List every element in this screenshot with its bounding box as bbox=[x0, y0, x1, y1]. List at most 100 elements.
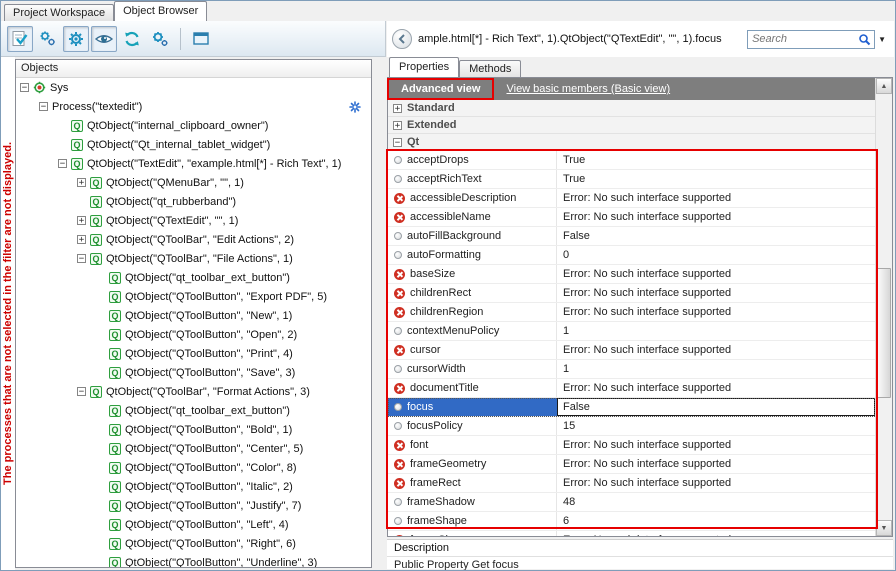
expand-icon[interactable]: + bbox=[77, 178, 86, 187]
tab-properties[interactable]: Properties bbox=[389, 57, 459, 77]
advanced-view-label[interactable]: Advanced view bbox=[391, 80, 490, 98]
tree-item[interactable]: QQtObject("QToolButton", "New", 1) bbox=[16, 306, 371, 325]
tree-item[interactable]: QQtObject("QToolButton", "Print", 4) bbox=[16, 344, 371, 363]
tree-item[interactable]: QQtObject("QToolButton", "Right", 6) bbox=[16, 534, 371, 553]
object-map-button[interactable] bbox=[35, 26, 61, 52]
tree-item[interactable]: QQtObject("QToolButton", "Save", 3) bbox=[16, 363, 371, 382]
property-row-focusPolicy[interactable]: focusPolicy15 bbox=[388, 417, 875, 436]
property-row-frameShadow[interactable]: frameShadow48 bbox=[388, 493, 875, 512]
property-row-childrenRegion[interactable]: childrenRegionError: No such interface s… bbox=[388, 303, 875, 322]
property-value: False bbox=[557, 227, 875, 245]
property-row-autoFormatting[interactable]: autoFormatting0 bbox=[388, 246, 875, 265]
error-icon bbox=[394, 345, 405, 356]
expand-icon[interactable]: + bbox=[393, 121, 402, 130]
collapse-icon[interactable]: − bbox=[39, 102, 48, 111]
collapse-icon[interactable]: − bbox=[20, 83, 29, 92]
section-extended[interactable]: +Extended bbox=[388, 117, 875, 134]
collapse-icon[interactable]: − bbox=[58, 159, 67, 168]
search-input[interactable] bbox=[752, 33, 858, 45]
tree-item[interactable]: QQtObject("QToolButton", "Color", 8) bbox=[16, 458, 371, 477]
tree-item[interactable]: QQtObject("QToolButton", "Bold", 1) bbox=[16, 420, 371, 439]
tree-item[interactable]: +QQtObject("QTextEdit", "", 1) bbox=[16, 211, 371, 230]
property-row-frameSize[interactable]: frameSizeError: No such interface suppor… bbox=[388, 531, 875, 536]
property-name-cell: autoFillBackground bbox=[388, 227, 557, 245]
back-button[interactable] bbox=[392, 29, 412, 49]
inspector-tabstrip: Properties Methods bbox=[387, 57, 893, 77]
scroll-up-button[interactable]: ▲ bbox=[876, 78, 892, 94]
verify-checklist-button[interactable] bbox=[7, 26, 33, 52]
tree-item[interactable]: QQtObject("qt_toolbar_ext_button") bbox=[16, 401, 371, 420]
tree-item[interactable]: QQtObject("QToolButton", "Center", 5) bbox=[16, 439, 371, 458]
property-row-baseSize[interactable]: baseSizeError: No such interface support… bbox=[388, 265, 875, 284]
property-row-acceptDrops[interactable]: acceptDropsTrue bbox=[388, 151, 875, 170]
tree-item[interactable]: +QQtObject("QToolBar", "Edit Actions", 2… bbox=[16, 230, 371, 249]
property-row-cursorWidth[interactable]: cursorWidth1 bbox=[388, 360, 875, 379]
property-name: font bbox=[410, 439, 428, 451]
settings-gear-button[interactable] bbox=[63, 26, 89, 52]
tree-item[interactable]: QQtObject("QToolButton", "Justify", 7) bbox=[16, 496, 371, 515]
tree-item[interactable]: −QQtObject("TextEdit", "example.html[*] … bbox=[16, 154, 371, 173]
description-panel: Description Public Property Get focus bbox=[387, 539, 893, 569]
vertical-scrollbar[interactable]: ▲ ▼ bbox=[875, 78, 892, 536]
property-icon bbox=[394, 232, 402, 240]
tab-project-workspace[interactable]: Project Workspace bbox=[4, 4, 114, 21]
refresh-button[interactable] bbox=[119, 26, 145, 52]
property-value[interactable]: False bbox=[557, 398, 875, 416]
search-icon[interactable] bbox=[858, 33, 871, 46]
section-standard[interactable]: + Standard bbox=[388, 100, 875, 117]
collapse-icon[interactable]: − bbox=[77, 254, 86, 263]
tree-item[interactable]: QQtObject("internal_clipboard_owner") bbox=[16, 116, 371, 135]
tree-item[interactable]: QQtObject("Qt_internal_tablet_widget") bbox=[16, 135, 371, 154]
property-name: autoFillBackground bbox=[407, 230, 501, 242]
tab-methods[interactable]: Methods bbox=[459, 60, 521, 77]
property-row-childrenRect[interactable]: childrenRectError: No such interface sup… bbox=[388, 284, 875, 303]
tree-item[interactable]: QQtObject("QToolButton", "Open", 2) bbox=[16, 325, 371, 344]
property-icon bbox=[394, 327, 402, 335]
eye-icon bbox=[94, 29, 114, 49]
properties-content: Advanced view View basic members (Basic … bbox=[388, 78, 875, 536]
section-label: Standard bbox=[407, 102, 455, 114]
watch-eye-button[interactable] bbox=[91, 26, 117, 52]
property-row-frameRect[interactable]: frameRectError: No such interface suppor… bbox=[388, 474, 875, 493]
tree-item[interactable]: QQtObject("QToolButton", "Italic", 2) bbox=[16, 477, 371, 496]
property-row-acceptRichText[interactable]: acceptRichTextTrue bbox=[388, 170, 875, 189]
section-qt[interactable]: −Qt bbox=[388, 134, 875, 151]
collapse-icon[interactable]: − bbox=[77, 387, 86, 396]
tree-item[interactable]: QQtObject("QToolButton", "Left", 4) bbox=[16, 515, 371, 534]
property-row-focus[interactable]: focusFalse bbox=[388, 398, 875, 417]
property-row-accessibleDescription[interactable]: accessibleDescriptionError: No such inte… bbox=[388, 189, 875, 208]
scroll-thumb[interactable] bbox=[877, 268, 891, 398]
scroll-down-button[interactable]: ▼ bbox=[876, 520, 892, 536]
property-row-font[interactable]: fontError: No such interface supported bbox=[388, 436, 875, 455]
property-row-accessibleName[interactable]: accessibleNameError: No such interface s… bbox=[388, 208, 875, 227]
tree-item[interactable]: QQtObject("QToolButton", "Export PDF", 5… bbox=[16, 287, 371, 306]
tree-item[interactable]: QQtObject("qt_rubberband") bbox=[16, 192, 371, 211]
property-row-cursor[interactable]: cursorError: No such interface supported bbox=[388, 341, 875, 360]
tools-button[interactable] bbox=[147, 26, 173, 52]
property-row-documentTitle[interactable]: documentTitleError: No such interface su… bbox=[388, 379, 875, 398]
property-row-autoFillBackground[interactable]: autoFillBackground False bbox=[388, 227, 875, 246]
property-row-frameShape[interactable]: frameShape6 bbox=[388, 512, 875, 531]
property-value: Error: No such interface supported bbox=[557, 341, 875, 359]
tree-item[interactable]: +QQtObject("QMenuBar", "", 1) bbox=[16, 173, 371, 192]
expand-icon[interactable]: + bbox=[77, 216, 86, 225]
toolbar bbox=[1, 21, 386, 57]
property-row-frameGeometry[interactable]: frameGeometryError: No such interface su… bbox=[388, 455, 875, 474]
expand-icon[interactable]: + bbox=[77, 235, 86, 244]
property-value: Error: No such interface supported bbox=[557, 208, 875, 226]
tree-item[interactable]: −Sys bbox=[16, 78, 371, 97]
error-icon bbox=[394, 212, 405, 223]
tree-item[interactable]: QQtObject("QToolButton", "Underline", 3) bbox=[16, 553, 371, 567]
tab-object-browser[interactable]: Object Browser bbox=[114, 1, 207, 21]
basic-view-link[interactable]: View basic members (Basic view) bbox=[506, 83, 670, 95]
tree-item[interactable]: −QQtObject("QToolBar", "File Actions", 1… bbox=[16, 249, 371, 268]
search-dropdown-arrow[interactable]: ▼ bbox=[875, 35, 889, 44]
qtobject-icon: Q bbox=[71, 120, 83, 132]
tree-item[interactable]: −Process("textedit") bbox=[16, 97, 371, 116]
app-window-button[interactable] bbox=[188, 26, 214, 52]
property-row-contextMenuPolicy[interactable]: contextMenuPolicy1 bbox=[388, 322, 875, 341]
tree-item[interactable]: −QQtObject("QToolBar", "Format Actions",… bbox=[16, 382, 371, 401]
tree-item[interactable]: QQtObject("qt_toolbar_ext_button") bbox=[16, 268, 371, 287]
expand-icon[interactable]: + bbox=[393, 104, 402, 113]
collapse-icon[interactable]: − bbox=[393, 138, 402, 147]
